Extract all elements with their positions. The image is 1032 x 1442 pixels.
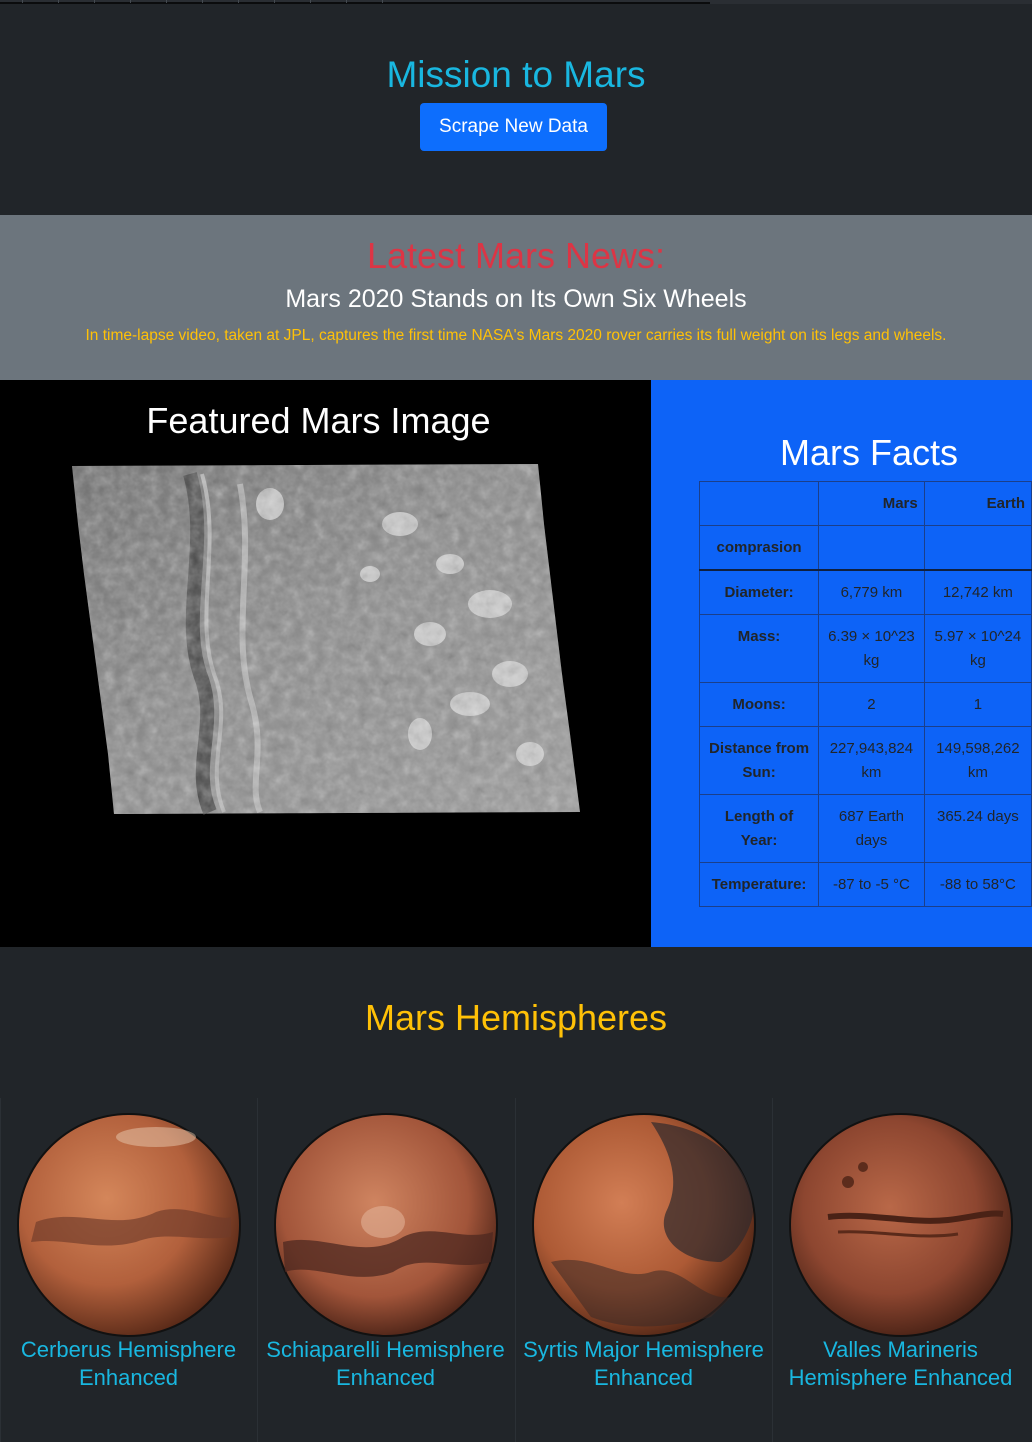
- strip-tick: [58, 0, 59, 3]
- table-row: Diameter: 6,779 km 12,742 km: [698, 569, 1032, 615]
- syrtis-major-hemisphere-link[interactable]: Syrtis Major Hemisphere Enhanced: [516, 1336, 771, 1392]
- page-title: Mission to Mars: [386, 54, 646, 95]
- table-row: Length of Year: 687 Earth days 365.24 da…: [698, 794, 1032, 863]
- valles-marineris-hemisphere-image[interactable]: [788, 1112, 1014, 1338]
- hemisphere-card-valles-marineris: Valles Marineris Hemisphere Enhanced: [772, 1098, 1030, 1442]
- table-header-cell: Mars: [818, 481, 925, 526]
- table-row: Distance from Sun: 227,943,824 km 149,59…: [698, 726, 1032, 795]
- mars-value: 227,943,824 km: [818, 726, 925, 795]
- hemisphere-card-schiaparelli: Schiaparelli Hemisphere Enhanced: [257, 1098, 515, 1442]
- row-label: Length of Year:: [698, 794, 820, 863]
- strip-tick: [382, 0, 383, 3]
- cerberus-hemisphere-image[interactable]: [16, 1112, 242, 1338]
- earth-value: 5.97 × 10^24 kg: [923, 614, 1032, 683]
- strip-tick: [310, 0, 311, 3]
- table-row: Mass: 6.39 × 10^23 kg 5.97 × 10^24 kg: [698, 614, 1032, 683]
- featured-image-heading: Featured Mars Image: [146, 400, 491, 441]
- table-subheader-cell: [923, 525, 1032, 571]
- schiaparelli-hemisphere-link[interactable]: Schiaparelli Hemisphere Enhanced: [258, 1336, 513, 1392]
- table-header-cell: [698, 481, 820, 526]
- hemisphere-card-syrtis-major: Syrtis Major Hemisphere Enhanced: [515, 1098, 773, 1442]
- table-subheader-cell: comprasion: [698, 525, 820, 571]
- schiaparelli-hemisphere-image[interactable]: [273, 1112, 499, 1338]
- mars-facts-section: Mars Facts Mars Earth comprasion Diamete…: [651, 380, 1032, 947]
- earth-value: 12,742 km: [923, 569, 1032, 615]
- earth-value: 149,598,262 km: [923, 726, 1032, 795]
- strip-tick: [202, 0, 203, 3]
- table-row: Moons: 2 1: [698, 682, 1032, 727]
- table-header-cell: Earth: [923, 481, 1032, 526]
- news-section: Latest Mars News: Mars 2020 Stands on It…: [0, 215, 1032, 380]
- earth-value: 365.24 days: [923, 794, 1032, 863]
- strip-tick: [94, 0, 95, 3]
- hemispheres-section: Mars Hemispheres Cerberus Hemisphere Enh…: [0, 947, 1032, 1442]
- table-subheader-cell: [818, 525, 925, 571]
- mars-value: 687 Earth days: [818, 794, 925, 863]
- strip-tick: [238, 0, 239, 3]
- table-row: Temperature: -87 to -5 °C -88 to 58°C: [698, 862, 1032, 907]
- mars-value: 6.39 × 10^23 kg: [818, 614, 925, 683]
- earth-value: -88 to 58°C: [923, 862, 1032, 907]
- hemispheres-heading: Mars Hemispheres: [364, 997, 668, 1038]
- strip-tick: [166, 0, 167, 3]
- featured-mars-image: [72, 464, 580, 815]
- scrape-new-data-button[interactable]: Scrape New Data: [420, 103, 607, 151]
- strip-tick: [130, 0, 131, 3]
- news-heading: Latest Mars News:: [366, 235, 666, 276]
- hemisphere-card-cerberus: Cerberus Hemisphere Enhanced: [0, 1098, 258, 1442]
- mars-value: 2: [818, 682, 925, 727]
- row-label: Temperature:: [698, 862, 820, 907]
- earth-value: 1: [923, 682, 1032, 727]
- mars-value: -87 to -5 °C: [818, 862, 925, 907]
- row-label: Diameter:: [698, 569, 820, 615]
- valles-marineris-hemisphere-link[interactable]: Valles Marineris Hemisphere Enhanced: [773, 1336, 1028, 1392]
- mars-facts-heading: Mars Facts: [779, 432, 958, 473]
- news-title: Mars 2020 Stands on Its Own Six Wheels: [285, 285, 747, 313]
- jumbotron-header: Mission to Mars Scrape New Data: [0, 4, 1032, 215]
- featured-image-section: Featured Mars Image: [0, 380, 651, 947]
- mars-facts-table: Mars Earth comprasion Diameter: 6,779 km…: [698, 481, 1032, 907]
- mars-value: 6,779 km: [818, 569, 925, 615]
- row-label: Distance from Sun:: [698, 726, 820, 795]
- row-label: Mass:: [698, 614, 820, 683]
- syrtis-major-hemisphere-image[interactable]: [531, 1112, 757, 1338]
- strip-tick: [22, 0, 23, 3]
- row-label: Moons:: [698, 682, 820, 727]
- strip-tick: [274, 0, 275, 3]
- cerberus-hemisphere-link[interactable]: Cerberus Hemisphere Enhanced: [1, 1336, 256, 1392]
- strip-tick: [346, 0, 347, 3]
- news-teaser: In time-lapse video, taken at JPL, captu…: [85, 327, 947, 344]
